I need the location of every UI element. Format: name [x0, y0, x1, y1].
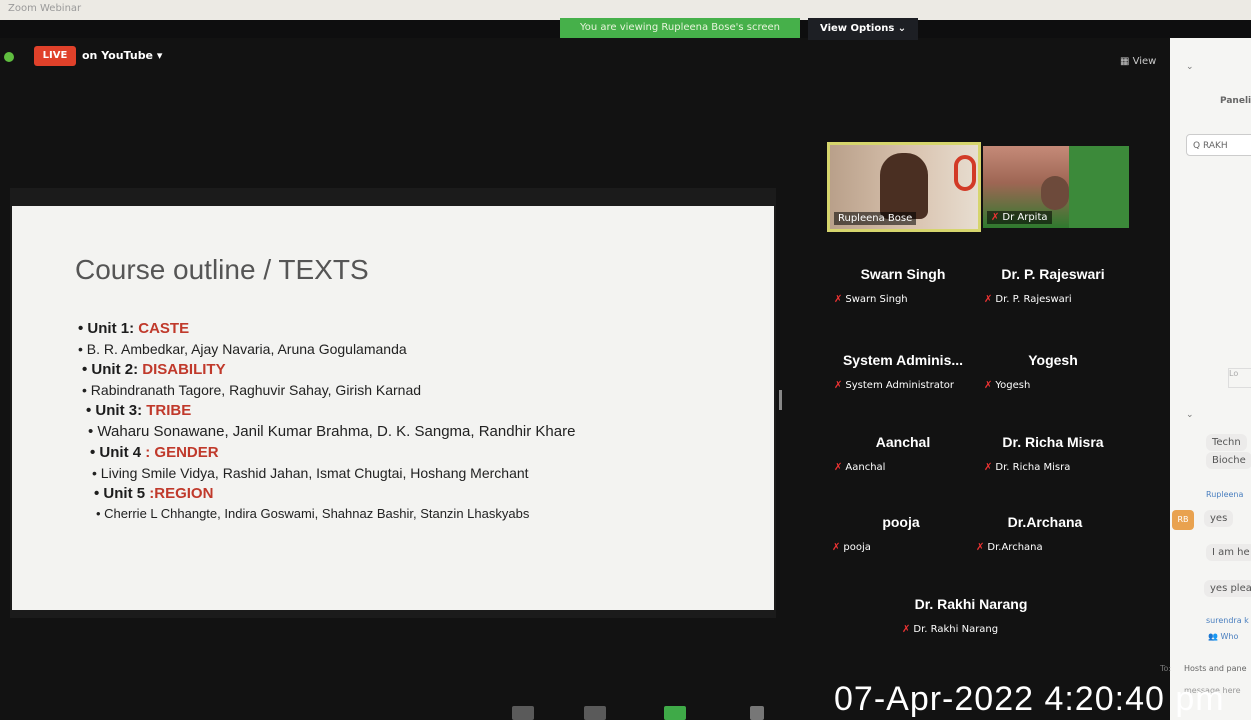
participant-display-name: Swarn Singh	[860, 266, 946, 282]
participant-display-name: Dr. Richa Misra	[1002, 434, 1104, 450]
split-resize-handle[interactable]	[779, 390, 782, 410]
participant-display-name: System Adminis...	[842, 352, 964, 368]
chat-sender-name: Rupleena	[1206, 490, 1244, 499]
share-screen-icon[interactable]	[664, 706, 686, 720]
avatar: RB	[1172, 510, 1194, 530]
unit-heading: • Unit 1: CASTE	[78, 320, 190, 337]
course-outline-list: • Unit 1: CASTE • B. R. Ambedkar, Ajay N…	[78, 320, 575, 521]
muted-mic-icon: ✗	[984, 462, 993, 473]
participant-tile[interactable]: System Adminis... ✗ System Administrator	[828, 344, 978, 404]
participant-display-name: Yogesh	[1028, 352, 1078, 368]
unit-authors: • Living Smile Vidya, Rashid Jahan, Isma…	[92, 465, 529, 481]
chat-message: Techn	[1206, 434, 1247, 451]
camera-timestamp: 07-Apr-2022 4:20:40 pm	[834, 680, 1225, 718]
unit-heading: • Unit 3: TRIBE	[86, 402, 192, 419]
unit-heading: • Unit 5 :REGION	[94, 485, 214, 502]
toolbar-icon[interactable]	[512, 706, 534, 720]
participant-label: ✗ Dr. Rakhi Narang	[902, 624, 999, 635]
chat-message: yes plea	[1204, 580, 1251, 597]
participant-display-name: Dr. Rakhi Narang	[914, 596, 1028, 612]
view-layout-button[interactable]: ▦ View	[1120, 56, 1156, 67]
unit-authors: • Cherrie L Chhangte, Indira Goswami, Sh…	[96, 506, 530, 521]
chat-message: yes	[1204, 510, 1234, 527]
participant-display-name: Dr.Archana	[1007, 514, 1083, 530]
participant-display-name: Dr. P. Rajeswari	[1001, 266, 1105, 282]
background-object	[954, 155, 976, 191]
live-platform-dropdown[interactable]: on YouTube ▾	[82, 46, 162, 66]
participant-display-name: pooja	[882, 514, 920, 530]
toolbar-icon[interactable]	[584, 706, 606, 720]
participant-video	[1041, 176, 1069, 210]
video-background	[1069, 146, 1129, 228]
status-dot-icon	[4, 52, 14, 62]
app-title: Zoom Webinar	[8, 3, 82, 14]
chat-to-label: To:	[1160, 664, 1172, 673]
unit-authors: • B. R. Ambedkar, Ajay Navaria, Aruna Go…	[78, 341, 407, 357]
muted-mic-icon: ✗	[984, 380, 993, 391]
participant-label: ✗ Yogesh	[984, 380, 1031, 391]
participant-label: ✗ Dr. Richa Misra	[984, 462, 1071, 473]
presentation-slide: Course outline / TEXTS • Unit 1: CASTE •…	[12, 206, 774, 610]
window-titlebar: Zoom Webinar	[0, 0, 1251, 20]
muted-mic-icon: ✗	[832, 542, 841, 553]
chat-message: Bioche	[1206, 452, 1251, 469]
chat-recipient-dropdown[interactable]: Hosts and pane	[1184, 664, 1247, 673]
participant-tile[interactable]: Yogesh ✗ Yogesh	[978, 344, 1128, 404]
screen-share-banner: You are viewing Rupleena Bose's screen	[560, 18, 800, 38]
raise-hand-icon[interactable]	[750, 706, 764, 720]
chevron-down-icon[interactable]: ⌄	[1186, 410, 1194, 420]
chevron-down-icon[interactable]: ⌄	[1186, 62, 1194, 72]
muted-mic-icon: ✗	[976, 542, 985, 553]
participant-label: ✗ pooja	[832, 542, 871, 553]
panelists-tab[interactable]: Paneli	[1220, 96, 1251, 106]
chat-message: I am he	[1206, 544, 1251, 561]
participant-tile[interactable]: Dr.Archana ✗ Dr.Archana	[970, 506, 1120, 566]
participant-video	[880, 153, 928, 219]
muted-mic-icon: ✗	[834, 380, 843, 391]
participant-tile[interactable]: pooja ✗ pooja	[826, 506, 976, 566]
participant-label: ✗ Swarn Singh	[834, 294, 908, 305]
view-options-button[interactable]: View Options ⌄	[808, 18, 918, 40]
chat-sender-name: surendra k	[1206, 616, 1249, 625]
muted-mic-icon: ✗	[902, 624, 911, 635]
video-tile-name: ✗ Dr Arpita	[987, 211, 1052, 224]
slide-title: Course outline / TEXTS	[75, 254, 369, 285]
muted-mic-icon: ✗	[984, 294, 993, 305]
video-tile-name: Rupleena Bose	[834, 212, 917, 225]
participant-tile[interactable]: Dr. P. Rajeswari ✗ Dr. P. Rajeswari	[978, 258, 1128, 318]
muted-mic-icon: ✗	[834, 462, 843, 473]
live-badge[interactable]: LIVE	[34, 46, 76, 66]
participant-tile[interactable]: Dr. Richa Misra ✗ Dr. Richa Misra	[978, 426, 1128, 486]
participant-display-name: Aanchal	[875, 434, 931, 450]
people-icon: 👥	[1208, 632, 1218, 641]
participant-tile[interactable]: Dr. Rakhi Narang ✗ Dr. Rakhi Narang	[896, 588, 1046, 648]
participant-label: ✗ Dr. P. Rajeswari	[984, 294, 1072, 305]
participant-label: ✗ Dr.Archana	[976, 542, 1043, 553]
participant-label: ✗ System Administrator	[834, 380, 955, 391]
unit-heading: • Unit 2: DISABILITY	[82, 361, 226, 378]
video-tile[interactable]: ✗ Dr Arpita	[983, 146, 1129, 228]
participant-tile[interactable]: Swarn Singh ✗ Swarn Singh	[828, 258, 978, 318]
side-panel-button[interactable]: Lo	[1228, 368, 1251, 388]
video-tile-active-speaker[interactable]: Rupleena Bose	[827, 142, 981, 232]
participant-tile[interactable]: Aanchal ✗ Aanchal	[828, 426, 978, 486]
who-can-see-button[interactable]: 👥 Who	[1208, 632, 1238, 641]
unit-authors: • Waharu Sonawane, Janil Kumar Brahma, D…	[88, 423, 576, 440]
muted-mic-icon: ✗	[834, 294, 843, 305]
unit-heading: • Unit 4 : GENDER	[90, 444, 219, 461]
participant-search-input[interactable]: Q RAKH	[1186, 134, 1251, 156]
unit-authors: • Rabindranath Tagore, Raghuvir Sahay, G…	[82, 382, 422, 398]
muted-mic-icon: ✗	[991, 212, 1000, 223]
participant-label: ✗ Aanchal	[834, 462, 886, 473]
